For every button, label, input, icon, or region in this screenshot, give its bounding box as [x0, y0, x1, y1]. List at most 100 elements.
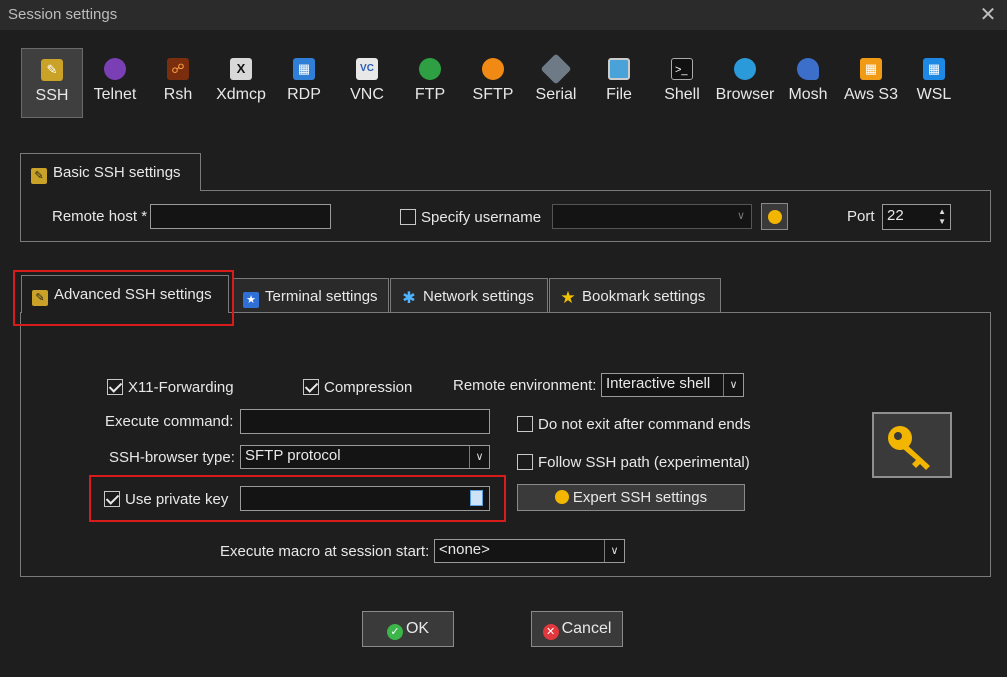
sftp-icon — [482, 58, 504, 80]
session-type-label: FTP — [414, 86, 446, 103]
session-type-rsh[interactable]: ☍ Rsh — [147, 48, 209, 118]
tab-bookmark-settings[interactable]: ★ Bookmark settings — [549, 278, 721, 313]
ok-label: OK — [405, 620, 430, 637]
session-type-label: Aws S3 — [844, 86, 898, 103]
cancel-circle-icon: ✕ — [542, 624, 559, 640]
use-private-key-checkbox[interactable] — [104, 491, 120, 507]
session-type-telnet[interactable]: Telnet — [84, 48, 146, 118]
tab-joint — [22, 311, 228, 314]
user-gear-icon — [554, 490, 569, 504]
do-not-exit-label: Do not exit after command ends — [538, 416, 751, 433]
specify-username-label: Specify username — [421, 209, 542, 226]
do-not-exit-checkbox[interactable] — [517, 416, 533, 432]
browser-globe-icon — [734, 58, 756, 80]
cancel-button[interactable]: ✕ Cancel — [531, 611, 623, 647]
tab-label: Bookmark settings — [582, 288, 706, 305]
remote-environment-label: Remote environment: — [453, 377, 597, 394]
tab-basic-ssh-settings[interactable]: ✎ Basic SSH settings — [20, 153, 201, 191]
session-type-label: File — [606, 86, 632, 103]
session-type-mosh[interactable]: Mosh — [777, 48, 839, 118]
spin-arrows-icon[interactable]: ▲ ▼ — [938, 207, 946, 227]
ssh-key-icon: ✎ — [41, 59, 63, 81]
follow-ssh-path-label: Follow SSH path (experimental) — [538, 454, 750, 471]
key-icon — [888, 426, 930, 470]
session-type-label: Serial — [535, 86, 577, 103]
port-label: Port — [847, 208, 875, 225]
aws-s3-icon: ▦ — [860, 58, 882, 80]
remote-host-input[interactable] — [150, 204, 331, 229]
execute-command-input[interactable] — [240, 409, 490, 434]
ssh-browser-type-select[interactable]: SFTP protocol ∨ — [240, 445, 490, 469]
expert-ssh-settings-button[interactable]: Expert SSH settings — [517, 484, 745, 511]
star-icon: ★ — [560, 288, 576, 307]
session-type-label: Browser — [715, 86, 775, 103]
rdp-icon: ▦ — [293, 58, 315, 80]
tab-advanced-ssh-settings[interactable]: ✎ Advanced SSH settings — [21, 275, 229, 313]
user-manager-button[interactable] — [761, 203, 788, 230]
advanced-settings-panel — [20, 312, 991, 577]
tab-label: Advanced SSH settings — [54, 286, 212, 303]
session-type-label: VNC — [350, 86, 384, 103]
session-type-shell[interactable]: >_ Shell — [651, 48, 713, 118]
follow-ssh-path-checkbox[interactable] — [517, 454, 533, 470]
terminal-icon: ★ — [243, 292, 259, 308]
session-type-wsl[interactable]: ▦ WSL — [903, 48, 965, 118]
chevron-down-icon: ∨ — [604, 540, 624, 562]
session-type-aws-s3[interactable]: ▦ Aws S3 — [840, 48, 902, 118]
chevron-down-icon: ∨ — [736, 210, 746, 222]
window-title: Session settings — [8, 6, 118, 23]
ssh-key-graphic — [872, 412, 952, 478]
cancel-label: Cancel — [561, 620, 612, 637]
session-type-rdp[interactable]: ▦ RDP — [273, 48, 335, 118]
use-private-key-label: Use private key — [125, 491, 229, 508]
check-circle-icon: ✓ — [386, 624, 403, 640]
session-type-browser[interactable]: Browser — [714, 48, 776, 118]
remote-environment-select[interactable]: Interactive shell ∨ — [601, 373, 744, 397]
session-type-file[interactable]: File — [588, 48, 650, 118]
session-type-label: Mosh — [788, 86, 828, 103]
session-type-xdmcp[interactable]: X Xdmcp — [210, 48, 272, 118]
file-browse-icon[interactable] — [470, 490, 483, 506]
close-icon[interactable]: ✕ — [976, 3, 1000, 27]
session-type-sftp[interactable]: SFTP — [462, 48, 524, 118]
remote-host-label: Remote host * — [52, 208, 148, 225]
execute-command-label: Execute command: — [105, 413, 234, 430]
specify-username-checkbox[interactable] — [400, 209, 416, 225]
execute-macro-value: <none> — [439, 541, 490, 558]
tab-joint — [21, 189, 200, 192]
tab-label: Terminal settings — [265, 288, 378, 305]
execute-macro-label: Execute macro at session start: — [220, 543, 430, 560]
chevron-down-icon: ∨ — [723, 374, 743, 396]
session-type-label: WSL — [916, 86, 952, 103]
execute-macro-select[interactable]: <none> ∨ — [434, 539, 625, 563]
session-type-label: Telnet — [93, 86, 137, 103]
tab-terminal-settings[interactable]: ★ Terminal settings — [232, 278, 389, 313]
session-type-ssh[interactable]: ✎ SSH — [21, 48, 83, 118]
session-type-label: SSH — [35, 87, 69, 104]
port-spinbox[interactable]: 22 ▲ ▼ — [882, 204, 951, 230]
session-type-serial[interactable]: Serial — [525, 48, 587, 118]
file-icon — [608, 58, 630, 80]
tab-network-settings[interactable]: ✱ Network settings — [390, 278, 548, 313]
tab-label: Basic SSH settings — [53, 164, 181, 181]
ok-button[interactable]: ✓ OK — [362, 611, 454, 647]
ssh-key-icon: ✎ — [32, 290, 48, 306]
compression-checkbox[interactable] — [303, 379, 319, 395]
rsh-icon: ☍ — [167, 58, 189, 80]
username-dropdown[interactable]: ∨ — [552, 204, 752, 229]
tab-label: Network settings — [423, 288, 534, 305]
xdmcp-icon: X — [230, 58, 252, 80]
user-icon — [767, 210, 782, 224]
telnet-icon — [104, 58, 126, 80]
session-type-ftp[interactable]: FTP — [399, 48, 461, 118]
port-value: 22 — [887, 207, 904, 224]
private-key-path-input[interactable] — [240, 486, 490, 511]
x11-forwarding-checkbox[interactable] — [107, 379, 123, 395]
compression-label: Compression — [324, 379, 413, 396]
ssh-browser-type-label: SSH-browser type: — [109, 449, 235, 466]
ssh-key-icon: ✎ — [31, 168, 47, 184]
session-type-label: Shell — [664, 86, 700, 103]
session-type-vnc[interactable]: VC VNC — [336, 48, 398, 118]
expert-ssh-settings-label: Expert SSH settings — [572, 489, 708, 506]
shell-terminal-icon: >_ — [671, 58, 693, 80]
